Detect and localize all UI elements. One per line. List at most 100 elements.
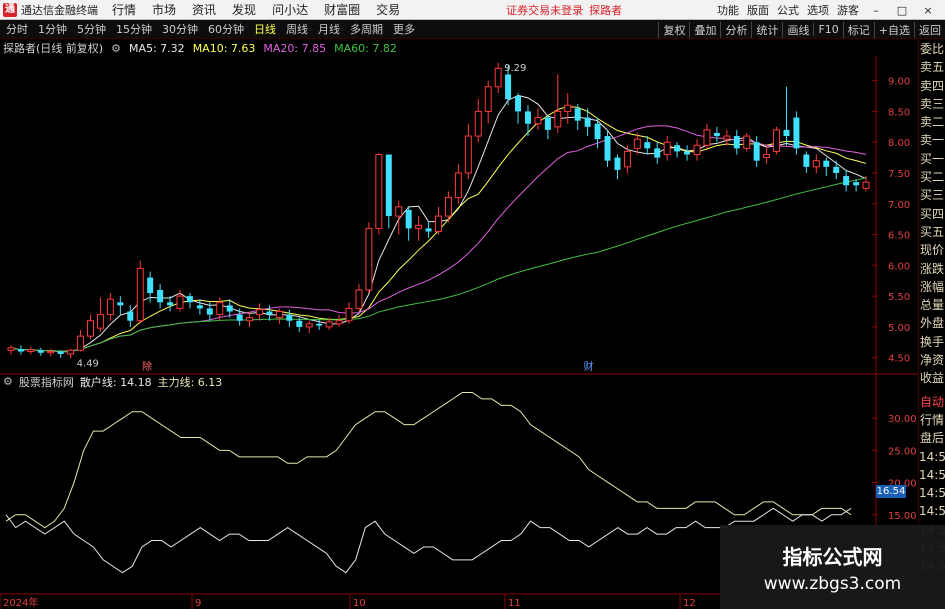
side-panel-item[interactable]: 买三 bbox=[919, 186, 945, 204]
side-panel-item[interactable]: 买一 bbox=[919, 150, 945, 168]
candle-body bbox=[77, 335, 85, 351]
candle-body bbox=[444, 197, 452, 217]
period-daily[interactable]: 日线 bbox=[254, 21, 276, 37]
stock-name-link[interactable]: 探路者 bbox=[589, 2, 622, 18]
side-panel-item[interactable]: 卖五 bbox=[919, 58, 945, 76]
period-multi[interactable]: 多周期 bbox=[350, 21, 383, 37]
date-tick-label: 2024年 bbox=[3, 596, 38, 609]
menu-layout[interactable]: 版面 bbox=[747, 2, 769, 18]
overlay-button[interactable]: 叠加 bbox=[689, 21, 720, 38]
period-5min[interactable]: 5分钟 bbox=[77, 21, 106, 37]
close-icon[interactable]: × bbox=[919, 4, 937, 17]
side-panel-item[interactable]: 现价 bbox=[919, 241, 945, 259]
settings-icon[interactable]: ⚙ bbox=[111, 42, 121, 55]
candle-body bbox=[464, 135, 472, 174]
finance-marker: 财 bbox=[584, 360, 594, 373]
candle-body bbox=[96, 314, 104, 329]
indicator-tick-label: 25.00 bbox=[888, 446, 917, 457]
main-force-line bbox=[5, 391, 852, 529]
candle-body bbox=[564, 104, 572, 112]
side-panel-item[interactable]: 卖一 bbox=[919, 131, 945, 149]
candle-body bbox=[713, 132, 720, 137]
trade-login-notice[interactable]: 证券交易未登录 bbox=[506, 2, 583, 18]
menu-function[interactable]: 功能 bbox=[717, 2, 739, 18]
candle-body bbox=[474, 110, 482, 137]
side-panel-item[interactable]: 14:50 bbox=[919, 466, 945, 484]
period-weekly[interactable]: 周线 bbox=[286, 21, 308, 37]
menu-ask[interactable]: 问小达 bbox=[272, 1, 308, 18]
menu-right: 功能 版面 公式 选项 游客 – □ × bbox=[717, 0, 945, 20]
candle-body bbox=[37, 350, 44, 353]
candle-body bbox=[843, 176, 850, 186]
side-panel-item[interactable]: 换手 bbox=[919, 333, 945, 351]
app-title: 通达信金融终端 bbox=[21, 3, 98, 17]
period-more[interactable]: 更多 bbox=[393, 21, 415, 37]
side-panel-item[interactable]: 14:50 bbox=[919, 484, 945, 502]
candle-body bbox=[216, 301, 224, 316]
stock-title: 探路者(日线 前复权) bbox=[3, 42, 104, 55]
period-toolbar: 分时 1分钟 5分钟 15分钟 30分钟 60分钟 日线 周线 月线 多周期 更… bbox=[0, 20, 945, 39]
menu-quotes[interactable]: 行情 bbox=[112, 1, 136, 18]
menu-guest[interactable]: 游客 bbox=[837, 2, 859, 18]
side-panel-item[interactable]: 卖四 bbox=[919, 77, 945, 95]
side-panel-item[interactable]: 买四 bbox=[919, 205, 945, 223]
side-panel-item[interactable]: 委比 bbox=[919, 40, 945, 58]
f10-button[interactable]: F10 bbox=[813, 23, 842, 36]
back-button[interactable]: 返回 bbox=[914, 21, 945, 38]
side-panel-item[interactable]: 涨幅 bbox=[919, 278, 945, 296]
date-tick-label: 9 bbox=[195, 598, 201, 609]
candle-body bbox=[246, 317, 254, 322]
candle-body bbox=[305, 323, 313, 328]
price-tick-label: 7.00 bbox=[888, 200, 910, 211]
toolbar-right: 复权 叠加 分析 统计 画线 F10 标记 +自选 返回 bbox=[658, 20, 945, 39]
side-panel-item[interactable]: 买五 bbox=[919, 223, 945, 241]
menu-options[interactable]: 选项 bbox=[807, 2, 829, 18]
statistics-button[interactable]: 统计 bbox=[751, 21, 782, 38]
side-panel-item[interactable]: 卖三 bbox=[919, 95, 945, 113]
indicator-settings-icon[interactable]: ⚙ bbox=[3, 375, 13, 388]
candle-body bbox=[753, 142, 760, 161]
mark-button[interactable]: 标记 bbox=[842, 21, 874, 38]
add-watchlist-button[interactable]: +自选 bbox=[873, 21, 914, 38]
side-panel-item[interactable]: 总量 bbox=[919, 296, 945, 314]
adjust-button[interactable]: 复权 bbox=[658, 21, 689, 38]
candle-body bbox=[296, 320, 303, 327]
candle-body bbox=[136, 267, 144, 322]
indicator-tick-label: 30.00 bbox=[888, 414, 917, 425]
menu-market[interactable]: 市场 bbox=[152, 1, 176, 18]
menu-news[interactable]: 资讯 bbox=[192, 1, 216, 18]
period-monthly[interactable]: 月线 bbox=[318, 21, 340, 37]
menu-wealth[interactable]: 财富圈 bbox=[324, 1, 360, 18]
minimize-icon[interactable]: – bbox=[867, 4, 885, 17]
side-panel-item[interactable]: 14:50 bbox=[919, 448, 945, 466]
side-panel-item[interactable]: 收益 bbox=[919, 369, 945, 387]
candle-body bbox=[395, 206, 403, 217]
side-panel-item[interactable]: 自动 bbox=[919, 393, 945, 411]
candle-body bbox=[554, 110, 562, 128]
side-panel-item[interactable]: 盘后 bbox=[919, 429, 945, 447]
draw-button[interactable]: 画线 bbox=[782, 21, 813, 38]
period-timeshare[interactable]: 分时 bbox=[6, 21, 28, 37]
side-panel-item[interactable]: 行情 bbox=[919, 411, 945, 429]
period-60min[interactable]: 60分钟 bbox=[208, 21, 244, 37]
app-logo-icon: 通 bbox=[3, 2, 17, 17]
menu-trade[interactable]: 交易 bbox=[376, 1, 400, 18]
maximize-icon[interactable]: □ bbox=[893, 4, 911, 17]
menu-discover[interactable]: 发现 bbox=[232, 1, 256, 18]
side-panel-item[interactable]: 14:50 bbox=[919, 502, 945, 520]
period-1min[interactable]: 1分钟 bbox=[38, 21, 67, 37]
period-15min[interactable]: 15分钟 bbox=[116, 21, 152, 37]
side-panel-item[interactable]: 外盘 bbox=[919, 314, 945, 332]
period-30min[interactable]: 30分钟 bbox=[162, 21, 198, 37]
low-price-label: 4.49 bbox=[77, 358, 99, 369]
price-tick-label: 4.50 bbox=[888, 354, 910, 365]
candle-body bbox=[167, 302, 174, 306]
side-panel-item[interactable]: 买二 bbox=[919, 168, 945, 186]
side-panel-item[interactable]: 卖二 bbox=[919, 113, 945, 131]
candle-body bbox=[345, 307, 353, 322]
menu-formula[interactable]: 公式 bbox=[777, 2, 799, 18]
candle-body bbox=[415, 224, 423, 229]
side-panel-item[interactable]: 净资 bbox=[919, 351, 945, 369]
side-panel-item[interactable]: 涨跌 bbox=[919, 260, 945, 278]
analysis-button[interactable]: 分析 bbox=[720, 21, 751, 38]
